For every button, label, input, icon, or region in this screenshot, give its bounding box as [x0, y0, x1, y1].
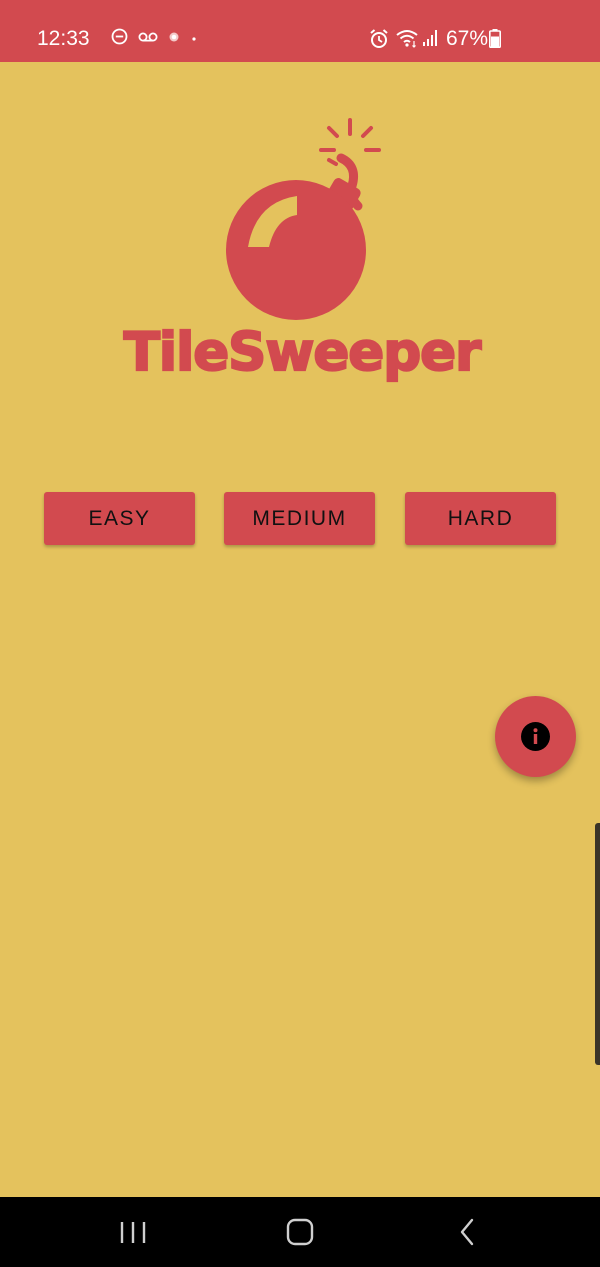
- back-button[interactable]: [448, 1215, 488, 1249]
- wifi-icon: [395, 28, 419, 53]
- home-icon: [286, 1218, 314, 1246]
- app-screen: 12:33 67% TileSweeper EASY MEDIUM HARD: [0, 0, 600, 1267]
- easy-button[interactable]: EASY: [44, 492, 195, 545]
- medium-button[interactable]: MEDIUM: [224, 492, 375, 545]
- do-not-disturb-icon: [111, 28, 128, 50]
- back-icon: [460, 1218, 474, 1246]
- battery-icon: [489, 29, 501, 53]
- info-icon: [521, 722, 550, 751]
- voicemail-icon: [138, 30, 158, 48]
- hard-button[interactable]: HARD: [405, 492, 556, 545]
- home-button[interactable]: [280, 1215, 320, 1249]
- battery-percent: 67%: [446, 27, 489, 50]
- recents-icon: [120, 1222, 146, 1243]
- edge-panel-handle[interactable]: [595, 823, 600, 1065]
- alarm-icon: [368, 28, 390, 55]
- signal-icon: [422, 29, 440, 52]
- navigation-bar: [0, 1197, 600, 1267]
- small-dot-icon: [190, 30, 198, 48]
- status-bar: 12:33 67%: [0, 0, 600, 62]
- bomb-logo-icon: [220, 114, 390, 326]
- notification-dot-icon: [168, 30, 180, 48]
- difficulty-buttons: EASY MEDIUM HARD: [0, 492, 600, 546]
- status-time: 12:33: [37, 27, 90, 50]
- status-left-icons: [111, 28, 198, 50]
- app-title-text: TileSweeper: [124, 322, 481, 383]
- info-button[interactable]: [495, 696, 576, 777]
- recents-button[interactable]: [113, 1215, 153, 1249]
- app-title: TileSweeper: [0, 318, 600, 388]
